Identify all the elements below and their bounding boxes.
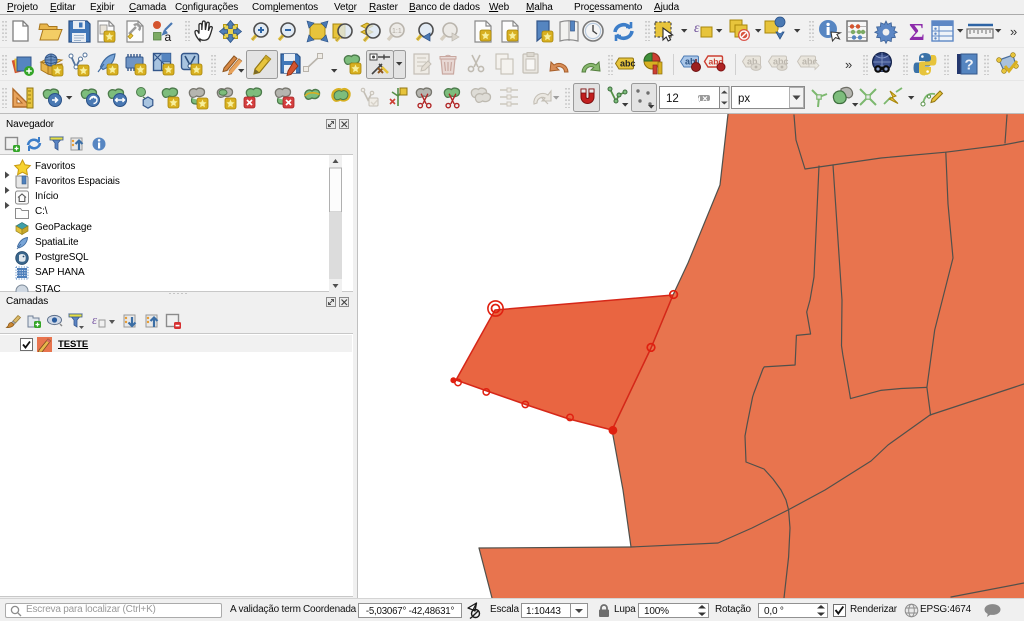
- svg-text:a: a: [165, 30, 172, 44]
- svg-text:»: »: [845, 57, 852, 72]
- svg-text:12: 12: [666, 93, 679, 105]
- svg-text:ε: ε: [92, 312, 98, 327]
- svg-text:ε: ε: [694, 21, 700, 36]
- svg-text:Σ: Σ: [909, 20, 925, 46]
- svg-text:»: »: [1010, 24, 1017, 39]
- svg-text:px: px: [738, 93, 750, 105]
- svg-text:1:1: 1:1: [392, 28, 402, 35]
- svg-text:abc: abc: [620, 59, 636, 69]
- svg-text:?: ?: [965, 57, 974, 74]
